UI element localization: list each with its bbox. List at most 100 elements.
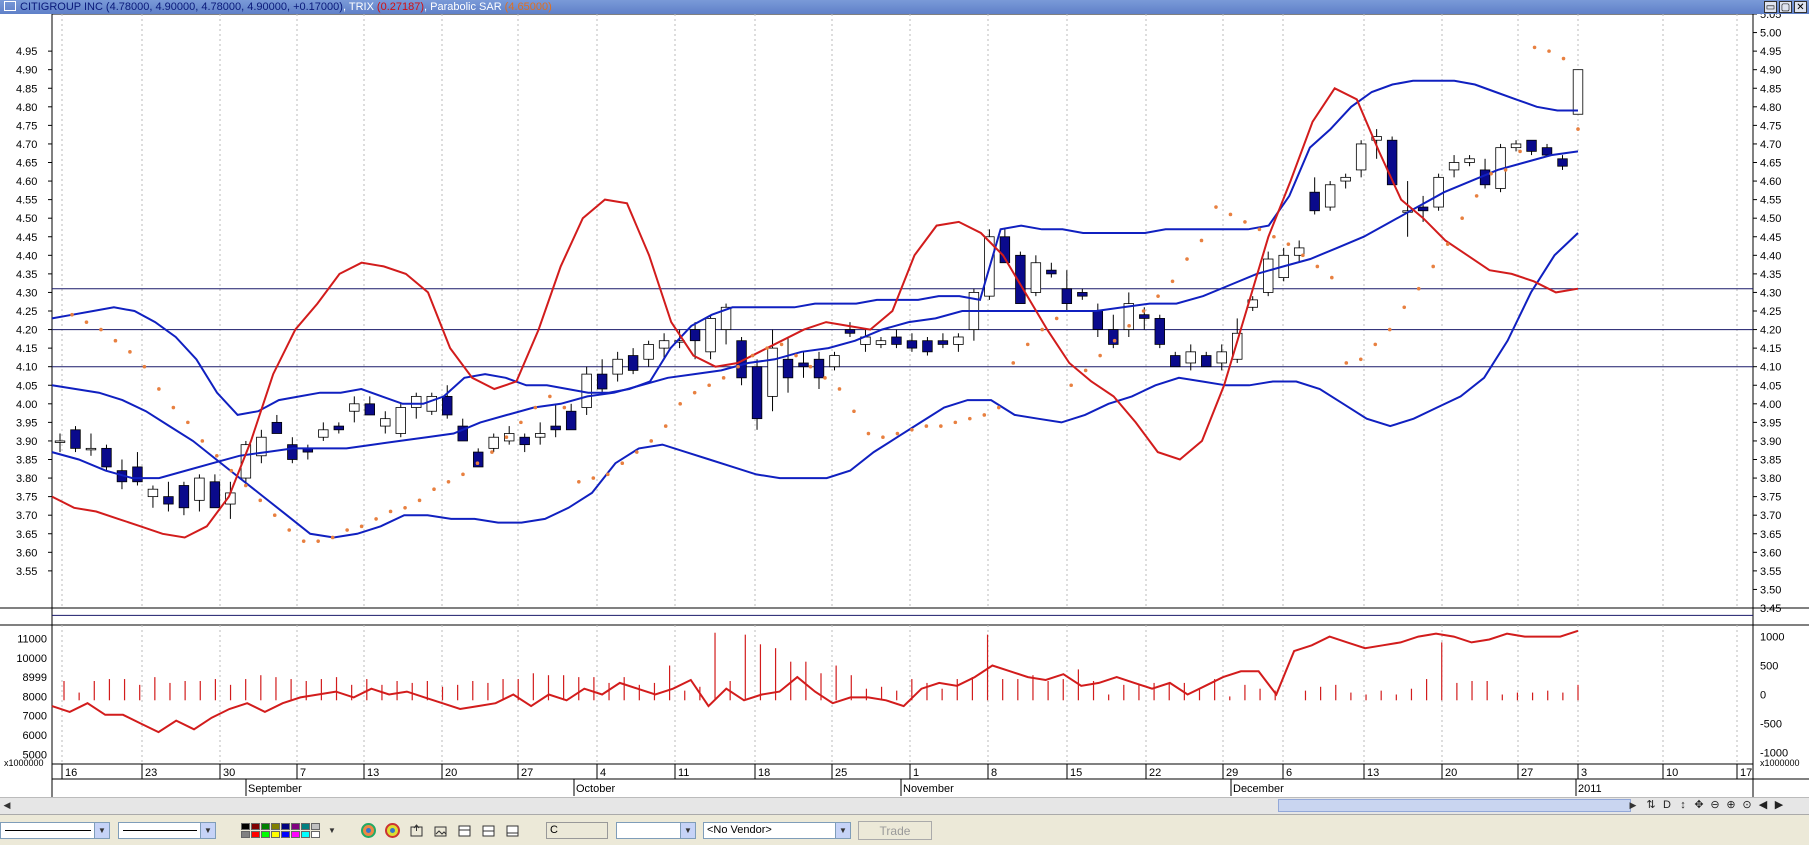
psar-dot xyxy=(721,376,726,380)
psar-dot xyxy=(1112,338,1117,343)
left-axis-label: 3.75 xyxy=(16,492,37,504)
candle-body xyxy=(178,485,190,509)
left-axis-label: 3.70 xyxy=(16,510,37,522)
image-icon[interactable] xyxy=(432,823,448,838)
color-swatch[interactable] xyxy=(261,823,270,830)
candle-body xyxy=(596,373,608,390)
line-width-select[interactable]: ▼ xyxy=(118,822,216,839)
psar-dot xyxy=(1503,168,1508,172)
trade-button[interactable]: Trade xyxy=(858,821,932,840)
candle-body xyxy=(1324,184,1336,208)
chevron-down-icon[interactable]: ▼ xyxy=(94,823,109,838)
scroll-right-arrow[interactable]: ▶ xyxy=(1627,799,1639,812)
color-swatch[interactable] xyxy=(241,831,250,838)
swap-icon[interactable]: ⇅ xyxy=(1643,797,1659,813)
restore-button[interactable]: ▭ xyxy=(1764,1,1777,13)
psar-dot xyxy=(1083,368,1088,373)
horizontal-scrollbar[interactable]: ◀ ▶ xyxy=(0,797,1809,815)
left-axis-label: 4.35 xyxy=(16,269,37,281)
scroll-back-button[interactable]: ◀ xyxy=(1755,797,1771,813)
candle-body xyxy=(1526,139,1537,152)
psar-dot xyxy=(910,428,914,432)
maximize-button[interactable]: ▢ xyxy=(1779,1,1792,13)
psar-dot xyxy=(591,476,596,480)
symbol-input[interactable]: C xyxy=(546,822,608,839)
scrollbar-thumb[interactable] xyxy=(1278,799,1631,812)
period-select[interactable]: ▼ xyxy=(616,822,696,839)
right-axis-label: 5.00 xyxy=(1760,28,1781,40)
psar-dot xyxy=(533,405,538,410)
color-swatch[interactable] xyxy=(281,823,290,830)
color-swatch[interactable] xyxy=(291,823,300,830)
pan-icon[interactable]: ✥ xyxy=(1691,797,1707,813)
color-swatch[interactable] xyxy=(311,831,320,838)
color-swatch[interactable] xyxy=(251,831,260,838)
close-button[interactable]: ✕ xyxy=(1794,1,1807,13)
line-style-select[interactable]: ▼ xyxy=(0,822,110,839)
color-palette[interactable] xyxy=(241,823,323,838)
chevron-down-icon[interactable]: ▼ xyxy=(680,823,695,838)
color-swatch[interactable] xyxy=(271,831,280,838)
candle-body xyxy=(101,447,112,468)
volume-scale-label: x1000000 xyxy=(4,758,44,768)
psar-dot xyxy=(229,468,234,473)
candle-body xyxy=(132,466,143,483)
psar-dot xyxy=(1474,194,1479,198)
candle-body xyxy=(395,407,406,434)
psar-dot xyxy=(1011,361,1016,365)
color-swatch[interactable] xyxy=(271,823,280,830)
candle-body xyxy=(689,329,701,342)
color-swatch[interactable] xyxy=(291,831,300,838)
chevron-down-icon[interactable]: ▼ xyxy=(835,823,850,838)
chevron-down-icon[interactable]: ▼ xyxy=(200,823,215,838)
palette-dropdown-icon[interactable]: ▼ xyxy=(324,823,340,838)
psar-dot xyxy=(1547,49,1551,53)
zoom-out-icon[interactable]: ⊖ xyxy=(1707,797,1723,813)
left-axis-label: 4.55 xyxy=(16,195,37,207)
chrome-icon[interactable] xyxy=(384,823,400,838)
psar-dot xyxy=(1127,324,1131,328)
color-swatch[interactable] xyxy=(241,823,250,830)
vertical-resize-icon[interactable]: ↕ xyxy=(1675,797,1691,813)
left-axis-label: 4.70 xyxy=(16,139,37,151)
color-swatch[interactable] xyxy=(301,831,310,838)
layout-icon-3[interactable] xyxy=(504,823,520,838)
color-swatch[interactable] xyxy=(251,823,260,830)
left-axis-label: 3.95 xyxy=(16,417,37,429)
zoom-in-icon[interactable]: ⊕ xyxy=(1723,797,1739,813)
psar-dot xyxy=(446,479,451,484)
color-swatch[interactable] xyxy=(301,823,310,830)
psar-dot xyxy=(1185,257,1189,261)
bottom-toolbar: ▼ ▼ ▼ C ▼ <No Vendor> ▼ Trade xyxy=(0,814,1809,845)
layout-icon-2[interactable] xyxy=(480,823,496,838)
psar-dot xyxy=(1170,279,1175,284)
vendor-select[interactable]: <No Vendor> ▼ xyxy=(703,822,851,839)
period-d-button[interactable]: D xyxy=(1659,797,1675,813)
layout-icon-1[interactable] xyxy=(456,823,472,838)
psar-dot xyxy=(1358,357,1363,362)
candle-body xyxy=(1541,147,1553,156)
globe-icon[interactable] xyxy=(360,823,376,838)
date-label: 4 xyxy=(600,767,606,779)
volume-axis-label: 8000 xyxy=(23,691,47,703)
psar-dot xyxy=(1532,45,1537,50)
candle-body xyxy=(411,395,422,408)
date-label: 16 xyxy=(65,767,77,779)
psar-dot xyxy=(461,472,465,477)
color-swatch[interactable] xyxy=(261,831,270,838)
candle-body xyxy=(333,425,345,431)
zoom-reset-icon[interactable]: ⊙ xyxy=(1739,797,1755,813)
date-label: 23 xyxy=(145,767,157,779)
left-axis-label: 3.60 xyxy=(16,547,37,559)
left-axis-label: 3.85 xyxy=(16,455,37,467)
psar-dot xyxy=(1518,149,1522,154)
psar-dot xyxy=(649,439,654,443)
date-label: 18 xyxy=(758,767,770,779)
color-swatch[interactable] xyxy=(311,823,320,830)
color-swatch[interactable] xyxy=(281,831,290,838)
stock-chart[interactable]: 4.95 4.90 4.85 4.80 4.75 4.70 4.65 4.60 4.55 4.50… xyxy=(0,14,1809,797)
export-icon[interactable] xyxy=(408,823,424,838)
scroll-forward-button[interactable]: ▶ xyxy=(1771,797,1787,813)
scroll-left-arrow[interactable]: ◀ xyxy=(1,799,13,812)
right-axis-label: 3.55 xyxy=(1760,566,1781,578)
